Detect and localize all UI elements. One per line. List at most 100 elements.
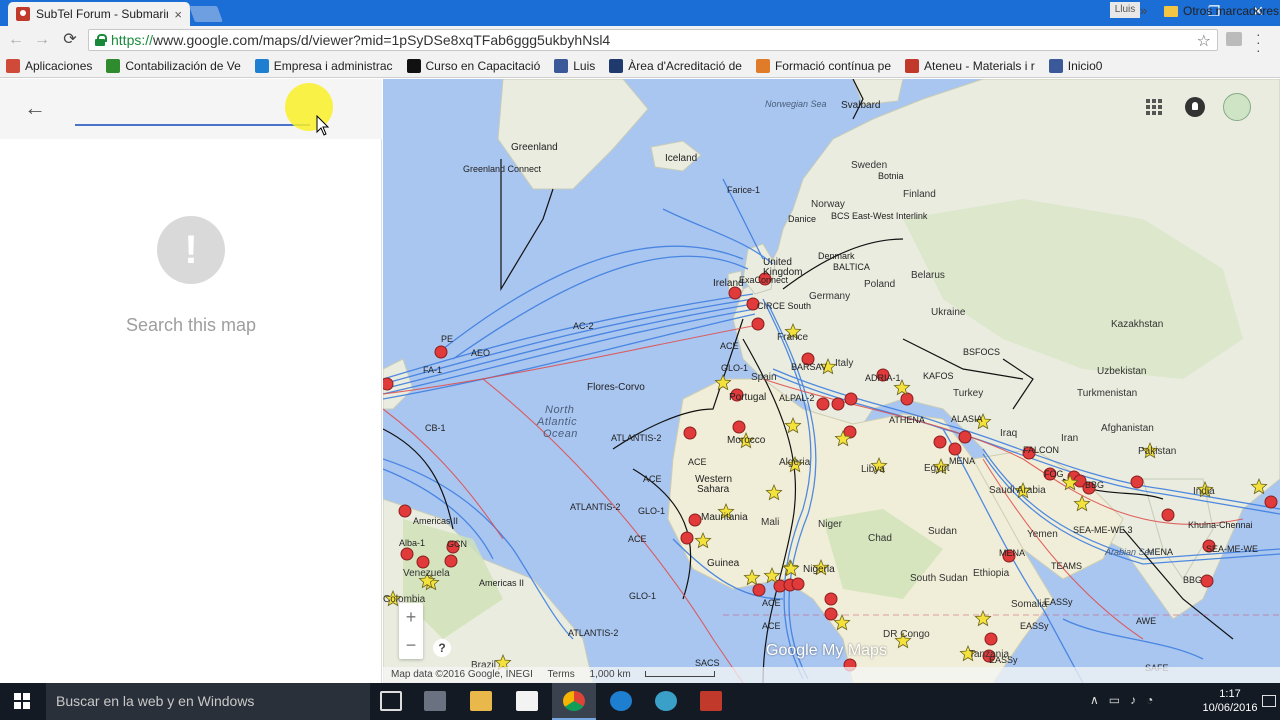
volume-icon[interactable]: ♪ [1130, 693, 1136, 707]
search-input[interactable] [75, 124, 310, 126]
network-app-icon[interactable] [655, 691, 677, 711]
windows-start-icon[interactable] [14, 693, 30, 709]
browser-titlebar: SubTel Forum - Submarine × Lluis – ❐ ✕ [0, 0, 1280, 26]
zoom-out-button[interactable]: − [399, 631, 423, 659]
algeria-label: Algeria [779, 457, 811, 468]
edge-icon[interactable] [610, 691, 632, 711]
url-text: https://www.google.com/maps/d/viewer?mid… [111, 32, 611, 48]
bookmark-label: Contabilización de Ve [125, 58, 241, 73]
zoom-in-button[interactable]: + [399, 603, 423, 631]
eassy-label-south: EASSy [989, 655, 1018, 665]
fa1-label: FA-1 [423, 365, 442, 375]
bookmarks-overflow-button[interactable]: » [1140, 3, 1147, 18]
back-icon[interactable]: ← [6, 30, 26, 50]
chrome-icon[interactable] [563, 691, 585, 711]
mali-label: Mali [761, 517, 779, 528]
gcn-label: GCN [447, 539, 467, 549]
bookmark-favicon-icon [554, 58, 569, 73]
tray-overflow-icon[interactable]: ∧ [1090, 693, 1099, 707]
bookmark-item[interactable]: Inicio0 [1048, 58, 1102, 73]
atlantis2-label-north: ATLANTIS-2 [611, 433, 661, 443]
tab-close-icon[interactable]: × [174, 7, 182, 22]
bookmark-item[interactable]: Curso en Capacitació [406, 58, 540, 73]
farice-label: Farice-1 [727, 185, 760, 195]
italy-label: Italy [835, 358, 853, 369]
notifications-bell-icon[interactable] [1185, 97, 1205, 117]
north-atlantic-label-1: North [545, 404, 574, 416]
turkmenistan-label: Turkmenistan [1077, 388, 1137, 399]
lock-icon [95, 34, 107, 46]
help-icon[interactable]: ? [433, 639, 451, 657]
exaconnect-label: ExaConnect [739, 275, 789, 285]
teams-label: TEAMS [1051, 561, 1082, 571]
back-arrow-icon[interactable]: ← [24, 96, 46, 120]
address-bar[interactable]: https://www.google.com/maps/d/viewer?mid… [88, 29, 1218, 51]
bookmark-item[interactable]: Aplicaciones [6, 58, 92, 73]
store-icon[interactable] [516, 691, 538, 711]
ace-label-gulf: ACE [762, 621, 781, 631]
task-view-icon[interactable] [380, 691, 402, 711]
action-center-icon[interactable] [1262, 695, 1276, 707]
falcon-label: FALCON [1023, 445, 1059, 455]
mouse-pointer-icon [316, 115, 330, 136]
mena-label: MENA [949, 456, 975, 466]
baltica-label: BALTICA [833, 262, 870, 272]
spain-label: Spain [751, 372, 777, 383]
extension-icon[interactable] [1226, 32, 1242, 46]
americas2-label-north: Americas II [413, 516, 458, 526]
fog-label: FOG [1044, 469, 1064, 479]
new-tab-button[interactable] [189, 6, 223, 22]
profile-chip[interactable]: Lluis [1110, 2, 1140, 18]
iraq-label: Iraq [1000, 428, 1017, 439]
arabian-sea-label: Arabian Sea [1104, 547, 1155, 557]
chad-label: Chad [868, 533, 892, 544]
iran-label: Iran [1061, 433, 1078, 444]
aruba-label: Alba-1 [399, 538, 425, 548]
bookmark-item[interactable]: Àrea d'Acreditació de [609, 58, 742, 73]
other-bookmarks-folder[interactable]: Otros marcadores [1164, 4, 1279, 18]
forward-icon[interactable]: → [32, 30, 52, 50]
bookmark-favicon-icon [6, 58, 20, 73]
athena-label: ATHENA [889, 415, 925, 425]
bookmark-favicon-icon [254, 58, 269, 73]
pe-label: PE [441, 334, 453, 344]
seamewe-label: SEA-ME-WE 3 [1073, 525, 1133, 535]
account-avatar[interactable] [1223, 93, 1251, 121]
ukraine-label: Ukraine [931, 307, 966, 318]
bookmark-item[interactable]: Formació contínua pe [755, 58, 891, 73]
alasia-label: ALASIA [951, 414, 983, 424]
screen-recorder-icon[interactable] [700, 691, 722, 711]
battery-icon[interactable]: ▭ [1109, 693, 1120, 707]
norway-label: Norway [811, 199, 845, 210]
bookmark-item[interactable]: Luis [554, 58, 595, 73]
belarus-label: Belarus [911, 270, 945, 281]
kafos-label: KAFOS [923, 371, 954, 381]
taskbar-search-input[interactable]: Buscar en la web y en Windows [46, 683, 370, 720]
bookmark-item[interactable]: Ateneu - Materials i r [905, 58, 1035, 73]
browser-tab-active[interactable]: SubTel Forum - Submarine × [8, 2, 190, 26]
bookmark-item[interactable]: Empresa i administrac [254, 58, 393, 73]
file-explorer-icon[interactable] [470, 691, 492, 711]
apps-grid-icon[interactable] [1146, 99, 1162, 115]
system-tray: ∧ ▭ ♪ ◔ [1090, 693, 1153, 707]
taskbar-clock[interactable]: 1:17 10/06/2016 [1200, 687, 1260, 715]
calculator-app-icon[interactable] [424, 691, 446, 711]
map-search-panel: ← ! Search this map [0, 79, 382, 683]
terms-link[interactable]: Terms [548, 669, 575, 680]
saudi-label: Saudi Arabia [989, 485, 1046, 496]
reload-icon[interactable]: ⟳ [60, 30, 80, 50]
barsav-label: BARSAV [791, 362, 827, 372]
tab-title: SubTel Forum - Submarine [36, 7, 169, 21]
browser-menu-icon[interactable]: · · · [1256, 27, 1261, 57]
clock-time: 1:17 [1219, 688, 1241, 700]
bcs-label: BCS East-West Interlink [831, 211, 928, 221]
wifi-icon[interactable]: ◔ [1146, 693, 1153, 707]
bookmark-star-icon[interactable]: ☆ [1197, 31, 1211, 51]
map-canvas[interactable]: Norwegian Sea Svalbard Greenland Greenla… [383, 79, 1280, 683]
alert-icon: ! [157, 216, 225, 284]
scale-bar [645, 671, 716, 678]
ace-label-west: ACE [643, 474, 662, 484]
aeo-label: AEO [471, 348, 490, 358]
bookmark-item[interactable]: Contabilización de Ve [106, 58, 241, 73]
atlantis2-label-mid: ATLANTIS-2 [570, 502, 620, 512]
